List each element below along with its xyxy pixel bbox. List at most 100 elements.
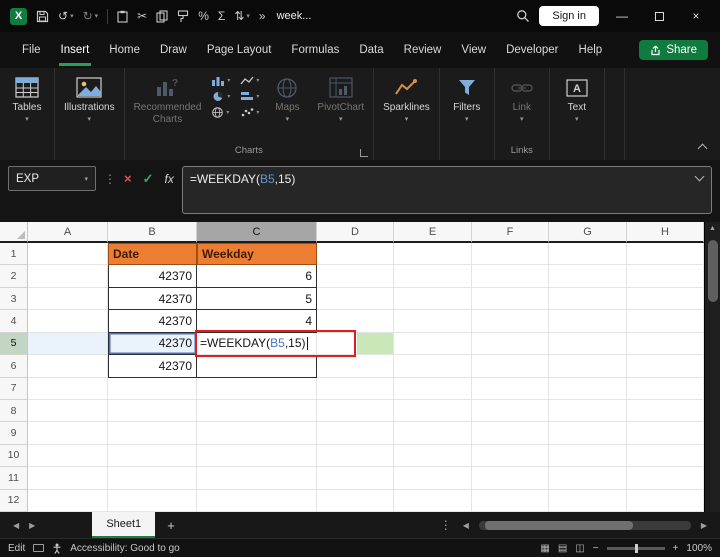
name-box[interactable]: EXP ▾ — [8, 166, 96, 191]
cell-f9[interactable] — [472, 422, 549, 445]
cell-e12[interactable] — [394, 489, 472, 512]
cell-c2[interactable]: 6 — [197, 265, 317, 288]
cell-c6[interactable] — [197, 355, 317, 378]
link-button[interactable]: Link ▾ — [500, 71, 544, 126]
tables-button[interactable]: Tables ▾ — [5, 71, 49, 126]
text-button[interactable]: A Text ▾ — [555, 71, 599, 126]
cell-a9[interactable] — [28, 422, 108, 445]
row-header-12[interactable]: 12 — [0, 489, 28, 512]
number-format-icon[interactable]: % — [198, 10, 209, 22]
cell-f7[interactable] — [472, 377, 549, 400]
column-header-h[interactable]: H — [627, 222, 704, 243]
bar-chart-button[interactable]: ▾ — [238, 90, 261, 103]
confirm-entry-icon[interactable]: ✓ — [143, 171, 154, 187]
cell-g9[interactable] — [549, 422, 627, 445]
normal-view-icon[interactable]: ▦ — [540, 543, 549, 554]
cell-f12[interactable] — [472, 489, 549, 512]
cell-b8[interactable] — [108, 399, 197, 423]
cell-e4[interactable] — [394, 310, 472, 333]
cell-f1[interactable] — [472, 243, 549, 266]
cell-h2[interactable] — [627, 265, 704, 288]
row-header-1[interactable]: 1 — [0, 243, 28, 266]
cell-g12[interactable] — [549, 489, 627, 512]
cell-e7[interactable] — [394, 377, 472, 400]
paste-icon[interactable] — [117, 10, 128, 23]
vertical-scrollbar[interactable]: ▲ — [704, 222, 720, 512]
cell-e1[interactable] — [394, 243, 472, 266]
cell-f10[interactable] — [472, 444, 549, 468]
column-header-c[interactable]: C — [197, 222, 317, 243]
row-header-4[interactable]: 4 — [0, 310, 28, 333]
cell-g10[interactable] — [549, 444, 627, 468]
cell-f3[interactable] — [472, 287, 549, 311]
cell-g5[interactable] — [549, 332, 627, 356]
sheet-nav-left-icon[interactable]: ◀ — [8, 521, 24, 530]
cut-icon[interactable]: ✂ — [137, 10, 147, 22]
sheet-options-icon[interactable]: ⋮ — [434, 518, 458, 532]
row-header-10[interactable]: 10 — [0, 444, 28, 468]
cell-b5[interactable]: 42370 — [108, 332, 197, 356]
select-all-corner[interactable] — [0, 222, 28, 243]
cell-a2[interactable] — [28, 265, 108, 288]
cell-d7[interactable] — [317, 377, 394, 400]
accessibility-status[interactable]: Accessibility: Good to go — [70, 543, 180, 554]
cell-c9[interactable] — [197, 422, 317, 445]
add-sheet-button[interactable]: + — [155, 518, 187, 533]
cell-c11[interactable] — [197, 467, 317, 490]
cell-c3[interactable]: 5 — [197, 287, 317, 311]
cell-g2[interactable] — [549, 265, 627, 288]
hscroll-left-icon[interactable]: ◀ — [458, 521, 474, 530]
sparklines-button[interactable]: Sparklines ▾ — [379, 71, 434, 126]
cell-d3[interactable] — [317, 287, 394, 311]
cell-c7[interactable] — [197, 377, 317, 400]
column-header-e[interactable]: E — [394, 222, 472, 243]
copy-icon[interactable] — [156, 9, 168, 23]
cell-a12[interactable] — [28, 489, 108, 512]
cell-c10[interactable] — [197, 444, 317, 468]
cell-d6[interactable] — [317, 355, 394, 378]
tab-developer[interactable]: Developer — [496, 34, 568, 66]
cell-e2[interactable] — [394, 265, 472, 288]
cell-b3[interactable]: 42370 — [108, 287, 197, 311]
column-header-f[interactable]: F — [472, 222, 549, 243]
cell-h8[interactable] — [627, 399, 704, 423]
cell-b11[interactable] — [108, 467, 197, 490]
maps-button[interactable]: Maps ▾ — [265, 71, 309, 126]
cell-g3[interactable] — [549, 287, 627, 311]
cell-h6[interactable] — [627, 355, 704, 378]
zoom-slider[interactable] — [606, 543, 665, 553]
cell-g6[interactable] — [549, 355, 627, 378]
row-header-3[interactable]: 3 — [0, 287, 28, 311]
cell-d1[interactable] — [317, 243, 394, 266]
tab-help[interactable]: Help — [569, 34, 613, 66]
column-header-d[interactable]: D — [317, 222, 394, 243]
maximize-button[interactable] — [645, 11, 673, 21]
cell-d11[interactable] — [317, 467, 394, 490]
horizontal-scrollbar[interactable] — [478, 520, 691, 530]
collapse-ribbon-icon[interactable] — [697, 143, 708, 154]
name-box-dropdown-icon[interactable]: ▾ — [84, 175, 88, 183]
cell-h11[interactable] — [627, 467, 704, 490]
page-layout-view-icon[interactable]: ▤ — [558, 543, 567, 554]
tab-formulas[interactable]: Formulas — [281, 34, 349, 66]
row-header-6[interactable]: 6 — [0, 355, 28, 378]
expand-formula-bar-icon[interactable] — [694, 171, 705, 182]
pie-chart-button[interactable]: ▾ — [209, 90, 232, 103]
row-header-11[interactable]: 11 — [0, 467, 28, 490]
tab-file[interactable]: File — [12, 34, 51, 66]
column-header-a[interactable]: A — [28, 222, 108, 243]
cell-a3[interactable] — [28, 287, 108, 311]
cell-h4[interactable] — [627, 310, 704, 333]
cell-h9[interactable] — [627, 422, 704, 445]
cell-c12[interactable] — [197, 489, 317, 512]
cell-g11[interactable] — [549, 467, 627, 490]
autosum-icon[interactable]: Σ — [218, 10, 225, 22]
column-chart-button[interactable]: ▾ — [209, 74, 232, 87]
recommended-charts-button[interactable]: ? Recommended Charts — [130, 71, 206, 128]
cell-h5[interactable] — [627, 332, 704, 356]
cell-f8[interactable] — [472, 399, 549, 423]
tab-review[interactable]: Review — [394, 34, 452, 66]
cell-e8[interactable] — [394, 399, 472, 423]
tab-view[interactable]: View — [451, 34, 496, 66]
cell-f11[interactable] — [472, 467, 549, 490]
